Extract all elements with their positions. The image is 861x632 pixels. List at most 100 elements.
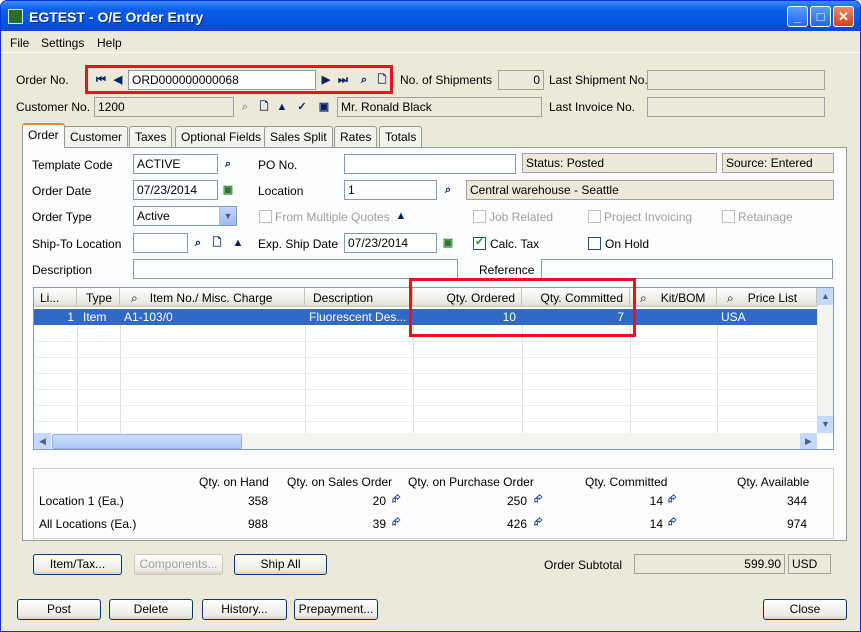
item-tax-button[interactable]: Item/Tax... — [33, 554, 122, 575]
price-search-icon[interactable]: ⌕ — [727, 291, 734, 305]
row-type: Item — [83, 310, 107, 324]
status-field: Status: Posted — [522, 153, 717, 173]
col-price-list[interactable]: ⌕ Price List — [717, 288, 817, 307]
app-icon — [8, 9, 23, 24]
qty-highlight — [409, 278, 636, 337]
template-finder-icon[interactable]: ⌕ — [221, 157, 235, 171]
last-shipment-label: Last Shipment No. — [549, 73, 648, 87]
exp-ship-date-label: Exp. Ship Date — [258, 237, 339, 251]
menu-settings[interactable]: Settings — [41, 36, 84, 50]
scroll-down-icon[interactable]: ▼ — [817, 416, 833, 433]
drilldown-icon[interactable]: ⮳ — [668, 493, 677, 506]
sum-header-on-po: Qty. on Purchase Order — [408, 475, 534, 489]
kit-search-icon[interactable]: ⌕ — [640, 291, 647, 305]
scroll-left-icon[interactable]: ◀ — [34, 433, 51, 449]
ship-to-label: Ship-To Location — [32, 237, 122, 251]
reference-input[interactable] — [541, 259, 833, 279]
history-button[interactable]: History... — [202, 599, 287, 620]
job-related-checkbox[interactable] — [473, 210, 486, 223]
description-input[interactable] — [133, 259, 458, 279]
post-button[interactable]: Post — [17, 599, 101, 620]
drilldown-icon[interactable]: ⮳ — [392, 516, 401, 529]
customer-new-icon[interactable]: 🗋 — [257, 100, 271, 114]
customer-check-icon[interactable]: ✓ — [295, 100, 309, 114]
scroll-up-icon[interactable]: ▲ — [817, 288, 833, 305]
order-no-highlight — [85, 65, 393, 94]
calc-tax-label: Calc. Tax — [490, 237, 540, 251]
scroll-right-icon[interactable]: ▶ — [800, 433, 817, 449]
col-description[interactable]: Description — [305, 288, 413, 307]
col-type[interactable]: Type — [77, 288, 120, 307]
col-kit-bom-label: Kit/BOM — [660, 291, 706, 305]
drilldown-icon[interactable]: ⮳ — [668, 516, 677, 529]
tab-rates[interactable]: Rates — [334, 126, 378, 147]
chevron-down-icon[interactable]: ▼ — [219, 207, 236, 225]
quotes-up-icon[interactable]: ▲ — [394, 209, 408, 223]
item-search-icon[interactable]: ⌕ — [131, 291, 138, 305]
vertical-scrollbar[interactable] — [817, 288, 833, 433]
row-price-list: USA — [721, 310, 746, 324]
exp-ship-date-input[interactable]: 07/23/2014 — [344, 233, 437, 253]
sum-all-available: 974 — [786, 517, 807, 531]
sum-header-committed: Qty. Committed — [585, 475, 668, 489]
template-code-input[interactable]: ACTIVE — [133, 154, 218, 174]
retainage-label: Retainage — [738, 210, 793, 224]
drilldown-icon[interactable]: ⮳ — [534, 493, 543, 506]
drilldown-icon[interactable]: ⮳ — [534, 516, 543, 529]
tab-order[interactable]: Order — [22, 123, 65, 148]
menu-help[interactable]: Help — [97, 36, 122, 50]
delete-button[interactable]: Delete — [109, 599, 193, 620]
tab-totals[interactable]: Totals — [379, 126, 423, 147]
minimize-button[interactable]: _ — [787, 6, 808, 27]
sum-header-available: Qty. Available — [737, 475, 810, 489]
customer-up-icon[interactable]: ▲ — [275, 100, 289, 114]
currency-code: USD — [788, 554, 831, 574]
customer-finder-icon[interactable]: ⌕ — [238, 100, 252, 114]
ship-to-up-icon[interactable]: ▲ — [231, 236, 245, 250]
maximize-button[interactable]: □ — [810, 6, 831, 27]
project-invoicing-checkbox[interactable] — [588, 210, 601, 223]
row-item: A1-103/0 — [124, 310, 173, 324]
close-window-button[interactable]: ✕ — [833, 6, 854, 27]
order-no-label: Order No. — [16, 73, 69, 87]
location-finder-icon[interactable]: ⌕ — [441, 183, 455, 197]
location-input[interactable]: 1 — [344, 180, 437, 200]
tab-sales-split[interactable]: Sales Split — [264, 126, 333, 147]
close-button[interactable]: Close — [763, 599, 847, 620]
horizontal-scroll-thumb[interactable] — [52, 434, 242, 449]
ship-all-button[interactable]: Ship All — [234, 554, 327, 575]
calc-tax-checkbox[interactable] — [473, 235, 486, 250]
tab-optional-fields[interactable]: Optional Fields — [175, 126, 268, 147]
drilldown-icon[interactable]: ⮳ — [392, 493, 401, 506]
grid-row-line — [34, 341, 817, 342]
customer-card-icon[interactable]: ▣ — [317, 100, 331, 114]
col-kit-bom[interactable]: ⌕ Kit/BOM — [630, 288, 717, 307]
tab-taxes[interactable]: Taxes — [129, 126, 173, 147]
prepayment-button[interactable]: Prepayment... — [294, 599, 378, 620]
grid-row-line — [34, 389, 817, 390]
ship-to-finder-icon[interactable]: ⌕ — [191, 236, 205, 250]
order-date-input[interactable]: 07/23/2014 — [133, 180, 218, 200]
menu-file[interactable]: File — [10, 36, 29, 50]
components-button[interactable]: Components... — [134, 554, 223, 575]
calendar-icon[interactable]: ▣ — [221, 183, 235, 197]
menu-bar: File Settings Help — [1, 31, 860, 53]
col-line[interactable]: Li... — [34, 288, 77, 307]
ship-to-new-icon[interactable]: 🗋 — [210, 236, 224, 250]
exp-ship-calendar-icon[interactable]: ▣ — [441, 236, 455, 250]
sum-location-on-so: 20 — [372, 494, 386, 508]
reference-label: Reference — [479, 263, 535, 277]
row-line: 1 — [67, 310, 74, 324]
on-hold-checkbox[interactable] — [588, 237, 601, 250]
template-code-label: Template Code — [32, 158, 113, 172]
col-item-no[interactable]: ⌕ Item No./ Misc. Charge — [120, 288, 305, 307]
order-subtotal-label: Order Subtotal — [544, 558, 623, 572]
ship-to-input[interactable] — [133, 233, 188, 253]
tab-customer[interactable]: Customer — [64, 126, 129, 147]
project-invoicing-label: Project Invoicing — [604, 210, 693, 224]
retainage-checkbox[interactable] — [722, 210, 735, 223]
po-no-input[interactable] — [344, 154, 516, 174]
grid-row-line — [34, 357, 817, 358]
col-price-list-label: Price List — [747, 291, 798, 305]
multiple-quotes-checkbox[interactable] — [259, 210, 272, 223]
